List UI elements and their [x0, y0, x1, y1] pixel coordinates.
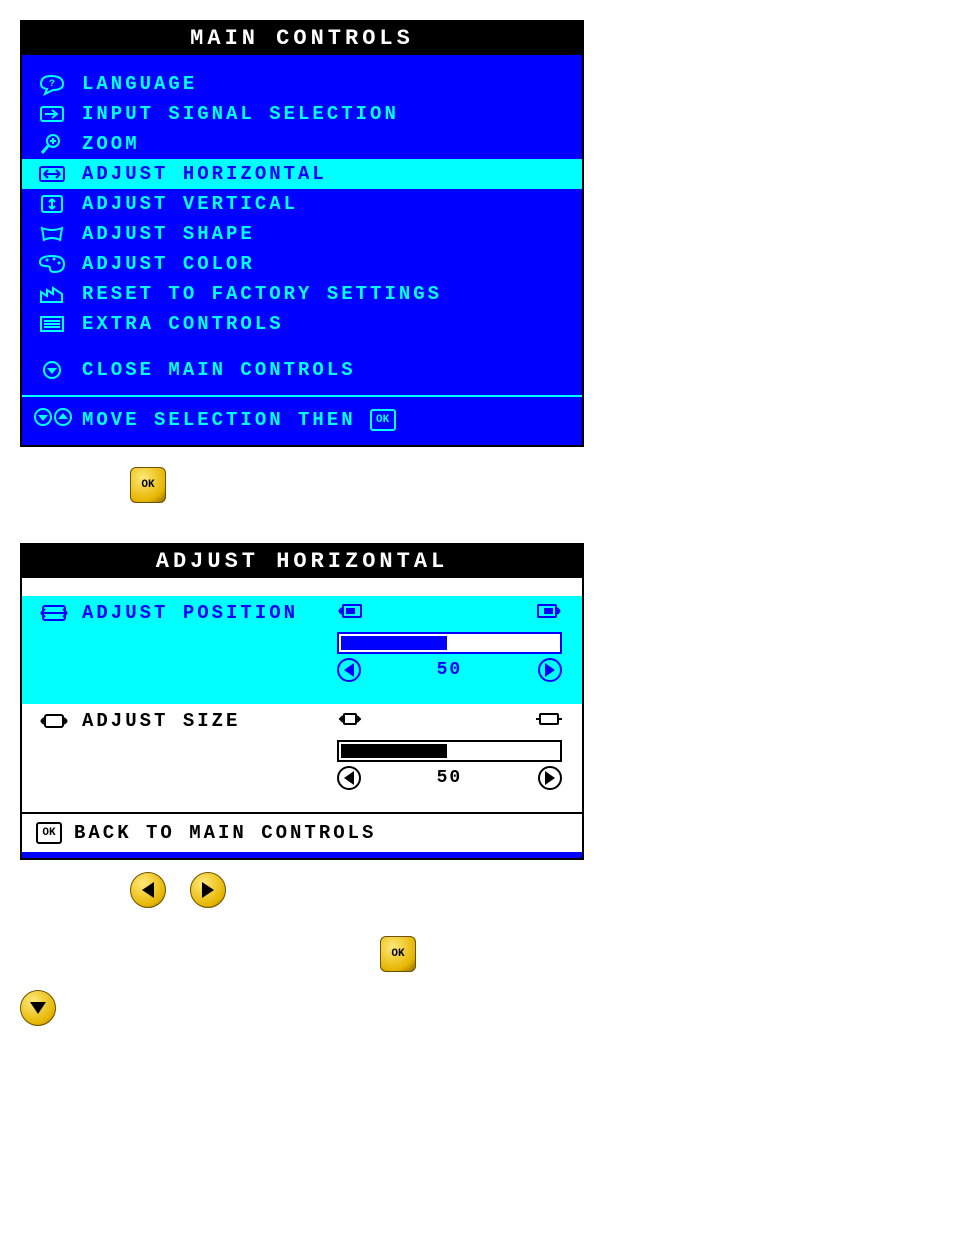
menu-item-adjust-vertical[interactable]: ADJUST VERTICAL: [22, 189, 582, 219]
position-slider[interactable]: [337, 632, 562, 654]
size-icon: [34, 710, 74, 732]
factory-icon: [32, 284, 72, 304]
menu-label: EXTRA CONTROLS: [72, 313, 284, 335]
main-controls-panel: MAIN CONTROLS ? LANGUAGE INPUT SIGNAL SE…: [20, 20, 584, 447]
hint-text: MOVE SELECTION THEN: [82, 409, 356, 431]
horiz-icon: [32, 164, 72, 184]
wide-icon: [536, 710, 562, 734]
palette-icon: [32, 254, 72, 274]
adjust-horizontal-panel: ADJUST HORIZONTAL ADJUST POSITION 50: [20, 543, 584, 860]
back-label: BACK TO MAIN CONTROLS: [74, 822, 376, 844]
menu-label: LANGUAGE: [72, 73, 197, 95]
menu-item-language[interactable]: ? LANGUAGE: [22, 69, 582, 99]
increase-icon: [538, 658, 562, 682]
speech-icon: ?: [32, 74, 72, 94]
narrow-icon: [337, 710, 363, 734]
physical-ok-button-2[interactable]: OK: [380, 936, 416, 972]
menu-label: INPUT SIGNAL SELECTION: [72, 103, 399, 125]
increase-icon: [538, 766, 562, 790]
physical-ok-button[interactable]: OK: [130, 467, 934, 503]
main-menu: ? LANGUAGE INPUT SIGNAL SELECTION ZOOM A…: [22, 55, 582, 445]
menu-item-extra-controls[interactable]: EXTRA CONTROLS: [22, 309, 582, 339]
decrease-icon: [337, 658, 361, 682]
adjust-size-row[interactable]: ADJUST SIZE 50: [22, 704, 582, 812]
position-value: 50: [437, 660, 463, 680]
shape-icon: [32, 224, 72, 244]
extra-icon: [32, 314, 72, 334]
decrease-icon: [337, 766, 361, 790]
menu-label: ADJUST COLOR: [72, 253, 255, 275]
up-down-icon: [32, 407, 82, 433]
menu-item-input-signal[interactable]: INPUT SIGNAL SELECTION: [22, 99, 582, 129]
size-value: 50: [437, 768, 463, 788]
adjust-size-label: ADJUST SIZE: [74, 710, 240, 732]
main-controls-title: MAIN CONTROLS: [22, 22, 582, 55]
menu-label: ADJUST SHAPE: [72, 223, 255, 245]
shift-left-icon: [337, 602, 363, 626]
ok-icon: OK: [36, 822, 62, 844]
menu-item-adjust-color[interactable]: ADJUST COLOR: [22, 249, 582, 279]
pos-icon: [34, 602, 74, 624]
size-slider[interactable]: [337, 740, 562, 762]
hint-bar: MOVE SELECTION THEN OK: [22, 395, 582, 439]
physical-left-button[interactable]: [130, 872, 166, 908]
adjust-horizontal-title: ADJUST HORIZONTAL: [22, 545, 582, 578]
adjust-position-row[interactable]: ADJUST POSITION 50: [22, 596, 582, 704]
back-row[interactable]: OK BACK TO MAIN CONTROLS: [22, 812, 582, 852]
menu-item-zoom[interactable]: ZOOM: [22, 129, 582, 159]
menu-label: RESET TO FACTORY SETTINGS: [72, 283, 442, 305]
menu-item-reset-factory[interactable]: RESET TO FACTORY SETTINGS: [22, 279, 582, 309]
menu-label: CLOSE MAIN CONTROLS: [72, 359, 356, 381]
zoom-icon: [32, 133, 72, 155]
vert-icon: [32, 194, 72, 214]
input-icon: [32, 104, 72, 124]
close-down-icon: [32, 360, 72, 380]
ok-icon: OK: [370, 409, 396, 431]
menu-item-close[interactable]: CLOSE MAIN CONTROLS: [22, 355, 582, 385]
shift-right-icon: [536, 602, 562, 626]
adjust-position-label: ADJUST POSITION: [74, 602, 298, 624]
menu-label: ADJUST VERTICAL: [72, 193, 298, 215]
physical-right-button[interactable]: [190, 872, 226, 908]
menu-label: ZOOM: [72, 133, 140, 155]
menu-item-adjust-horizontal[interactable]: ADJUST HORIZONTAL: [22, 159, 582, 189]
menu-item-adjust-shape[interactable]: ADJUST SHAPE: [22, 219, 582, 249]
svg-text:?: ?: [49, 79, 58, 90]
menu-label: ADJUST HORIZONTAL: [72, 163, 327, 185]
physical-down-button[interactable]: [20, 990, 56, 1026]
